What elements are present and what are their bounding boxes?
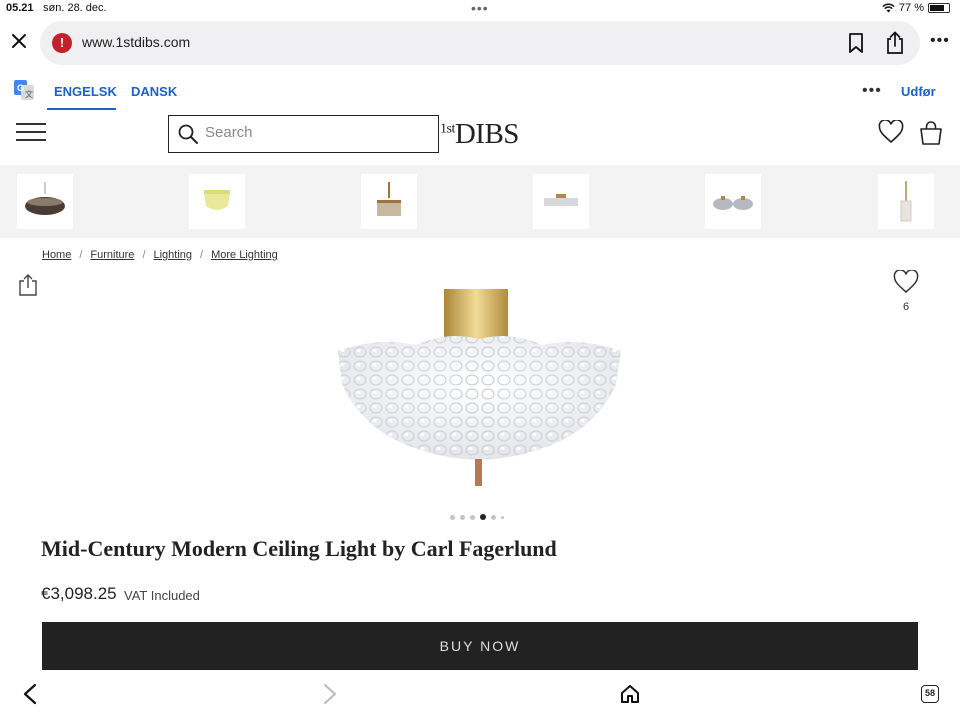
pager-dot[interactable] — [501, 515, 504, 519]
pager-dot[interactable] — [491, 514, 496, 520]
wifi-icon — [882, 3, 895, 13]
menu-icon[interactable] — [16, 123, 46, 143]
battery-icon — [928, 3, 950, 13]
breadcrumb: Home / Furniture / Lighting / More Lighting — [42, 249, 278, 261]
status-date: søn. 28. dec. — [43, 2, 107, 14]
pager-dot[interactable] — [450, 514, 455, 520]
url-text: www.1stdibs.com — [82, 34, 191, 50]
breadcrumb-more-lighting[interactable]: More Lighting — [211, 249, 278, 261]
share-product-icon[interactable] — [18, 273, 38, 297]
tab-danish[interactable]: DANSK — [131, 84, 177, 99]
svg-text:文: 文 — [25, 89, 33, 99]
search-icon — [178, 124, 198, 144]
favorites-heart-icon[interactable] — [878, 120, 904, 144]
pager-dot[interactable] — [480, 514, 486, 520]
breadcrumb-separator: / — [142, 249, 146, 261]
related-item-thumbnail[interactable] — [17, 174, 73, 229]
multitask-dots-icon[interactable]: ••• — [471, 0, 489, 16]
tabs-count-icon[interactable]: 58 — [921, 685, 939, 703]
status-time: 05.21 — [6, 2, 34, 14]
close-icon[interactable] — [8, 30, 30, 52]
battery-percent: 77 % — [898, 2, 924, 14]
status-right: 77 % — [882, 2, 950, 14]
shopping-bag-icon[interactable] — [918, 120, 944, 146]
related-item-thumbnail[interactable] — [705, 174, 761, 229]
related-item-thumbnail[interactable] — [533, 174, 589, 229]
vat-label: VAT Included — [124, 588, 200, 603]
translate-bar: G 文 ENGELSK DANSK ••• Udfør — [0, 72, 960, 112]
breadcrumb-furniture[interactable]: Furniture — [90, 249, 134, 261]
search-input[interactable] — [205, 124, 425, 141]
heart-icon[interactable] — [893, 269, 919, 294]
back-icon[interactable] — [22, 683, 38, 705]
forward-icon[interactable] — [322, 683, 338, 705]
translate-options-icon[interactable]: ••• — [862, 82, 882, 100]
breadcrumb-lighting[interactable]: Lighting — [154, 249, 193, 261]
logo-text: DIBS — [454, 118, 520, 150]
image-pager[interactable] — [450, 514, 504, 520]
active-tab-indicator — [47, 108, 116, 110]
svg-text:G: G — [17, 83, 24, 93]
share-icon[interactable] — [885, 31, 905, 55]
tab-english[interactable]: ENGELSK — [54, 84, 117, 99]
security-warning-icon[interactable]: ! — [52, 33, 72, 53]
product-image[interactable] — [336, 289, 623, 486]
google-translate-icon: G 文 — [14, 80, 34, 100]
home-icon[interactable] — [619, 683, 641, 705]
more-options-icon[interactable]: ••• — [930, 32, 950, 50]
status-bar: 05.21 søn. 28. dec. ••• 77 % — [0, 0, 960, 18]
favorite-control[interactable]: 6 — [891, 269, 921, 313]
logo-prefix: 1st — [440, 121, 455, 137]
related-item-thumbnail[interactable] — [361, 174, 417, 229]
browser-toolbar — [0, 670, 960, 720]
done-button[interactable]: Udfør — [901, 84, 936, 99]
breadcrumb-home[interactable]: Home — [42, 249, 71, 261]
related-items-strip — [0, 165, 960, 238]
bookmark-icon[interactable] — [848, 33, 864, 53]
product-title: Mid-Century Modern Ceiling Light by Carl… — [41, 536, 557, 561]
search-box[interactable] — [168, 115, 439, 153]
breadcrumb-separator: / — [200, 249, 204, 261]
favorite-count: 6 — [902, 301, 910, 313]
pager-dot[interactable] — [460, 514, 465, 520]
site-logo[interactable]: 1stDIBS — [440, 118, 519, 151]
browser-bar: ! www.1stdibs.com ••• — [0, 18, 960, 68]
site-header: 1stDIBS — [0, 112, 960, 164]
related-item-thumbnail[interactable] — [878, 174, 934, 229]
product-price: €3,098.25 — [41, 584, 117, 603]
pager-dot[interactable] — [470, 514, 475, 520]
address-bar[interactable]: ! www.1stdibs.com — [40, 21, 920, 65]
buy-now-button[interactable]: BUY NOW — [42, 622, 918, 670]
related-item-thumbnail[interactable] — [189, 174, 245, 229]
breadcrumb-separator: / — [79, 249, 83, 261]
